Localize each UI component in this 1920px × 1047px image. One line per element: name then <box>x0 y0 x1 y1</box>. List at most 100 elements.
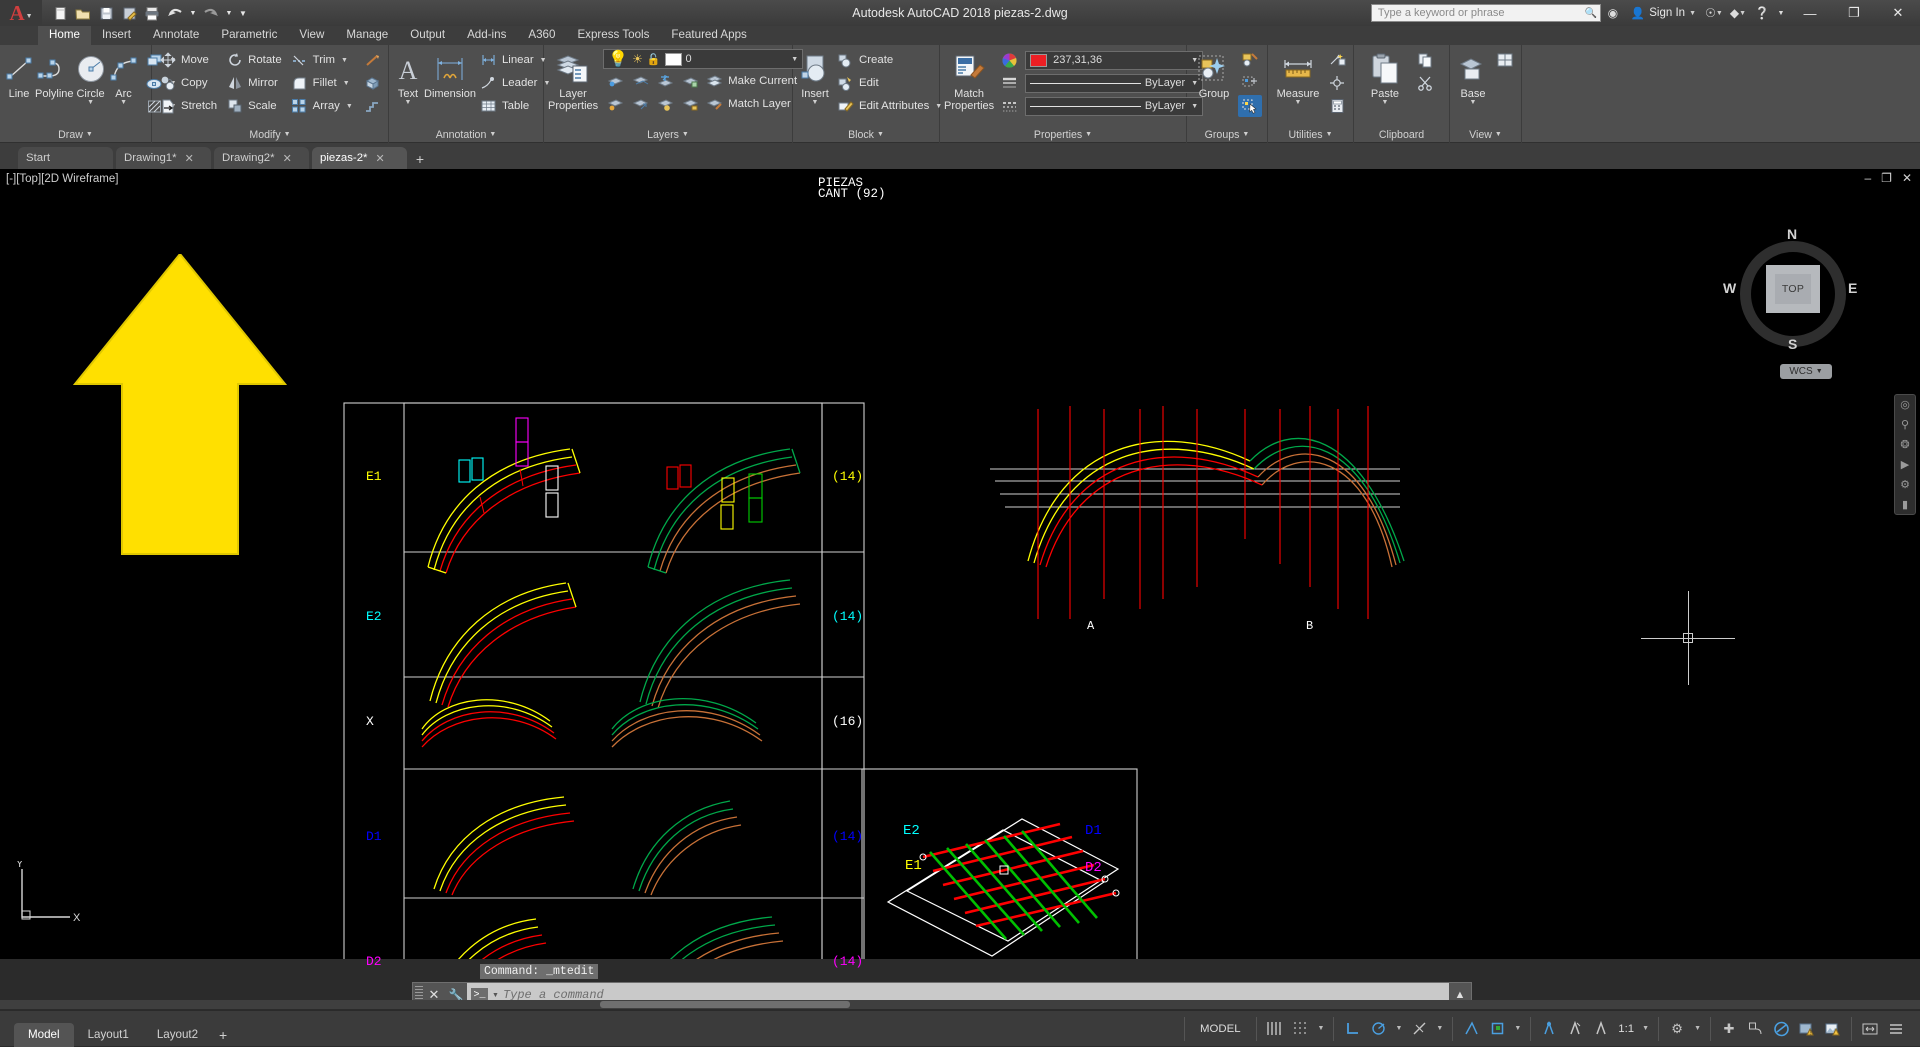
polar-tracking-icon[interactable] <box>1366 1017 1390 1041</box>
point-locator-icon[interactable] <box>1325 72 1349 94</box>
color-wheel-icon[interactable] <box>997 49 1021 71</box>
ribbon-tab-express-tools[interactable]: Express Tools <box>566 26 660 45</box>
close-icon[interactable]: ✕ <box>283 152 292 165</box>
extrude-button[interactable] <box>361 95 385 117</box>
layer-off-icon[interactable] <box>603 93 627 115</box>
chevron-down-icon[interactable]: ▼ <box>1689 10 1696 17</box>
object-snap-icon[interactable] <box>1459 1017 1483 1041</box>
fullscreen-icon[interactable] <box>1858 1017 1882 1041</box>
panel-annotation-title[interactable]: Annotation ▼ <box>389 126 543 143</box>
fillet-button[interactable]: Fillet ▼ <box>288 72 358 94</box>
panel-view-title[interactable]: View ▼ <box>1450 126 1521 143</box>
workspace-dropdown-icon[interactable]: ▼ <box>1691 1025 1704 1032</box>
redo-icon[interactable] <box>201 3 221 23</box>
stretch-button[interactable]: Stretch <box>156 95 222 117</box>
ribbon-tab-a360[interactable]: A360 <box>517 26 566 45</box>
ribbon-tab-featured-apps[interactable]: Featured Apps <box>660 26 757 45</box>
ribbon-tab-parametric[interactable]: Parametric <box>210 26 288 45</box>
ortho-mode-icon[interactable] <box>1340 1017 1364 1041</box>
sign-in-button[interactable]: 👤 Sign In ▼ <box>1625 6 1702 20</box>
panel-utilities-title[interactable]: Utilities ▼ <box>1268 126 1353 143</box>
share-icon[interactable]: ☉ ▼ <box>1702 3 1726 23</box>
layer-unlock-icon[interactable]: 🔓 <box>647 53 661 66</box>
chevron-down-icon[interactable]: ▼ <box>1495 131 1502 138</box>
workspace-switch-icon[interactable]: ⚙ <box>1665 1017 1689 1041</box>
layer-unlock-all-icon[interactable] <box>678 93 702 115</box>
panel-draw-title[interactable]: Draw ▼ <box>0 126 151 143</box>
close-icon[interactable]: ✕ <box>376 152 385 165</box>
edit-attributes-button[interactable]: Edit Attributes ▼ <box>834 95 947 117</box>
search-icon[interactable]: 🔍 <box>1584 8 1596 19</box>
edit-block-button[interactable]: Edit <box>834 72 947 94</box>
quick-select-icon[interactable] <box>1325 49 1349 71</box>
object-color-combo[interactable]: 237,31,36 ▼ <box>1025 50 1204 70</box>
chevron-down-icon[interactable]: ▼ <box>87 99 94 106</box>
polyline-button[interactable]: Polyline <box>35 49 74 100</box>
hardware-acceleration-icon[interactable]: ✚ <box>1717 1017 1741 1041</box>
paste-button[interactable]: Paste ▼ <box>1358 49 1412 106</box>
group-edit-icon[interactable] <box>1238 72 1262 94</box>
ungroup-icon[interactable] <box>1238 49 1262 71</box>
snap-dropdown-icon[interactable]: ▼ <box>1315 1025 1328 1032</box>
group-button[interactable]: Group <box>1191 49 1237 100</box>
drawing-tab-drawing2[interactable]: Drawing2* ✕ <box>214 147 309 169</box>
arc-button[interactable]: Arc ▼ <box>108 49 140 106</box>
layout-tab-layout2[interactable]: Layout2 <box>143 1023 212 1047</box>
chevron-down-icon[interactable]: ▼ <box>1295 99 1302 106</box>
object-snap-tracking-icon[interactable] <box>1407 1017 1431 1041</box>
save-as-icon[interactable] <box>119 3 139 23</box>
chevron-down-icon[interactable]: ▼ <box>284 131 291 138</box>
layer-thaw-sun-icon[interactable]: ☀ <box>632 52 643 66</box>
customization-icon[interactable] <box>1884 1017 1908 1041</box>
chevron-down-icon[interactable]: ▼ <box>341 57 348 64</box>
scrollbar-thumb[interactable] <box>600 1001 850 1008</box>
close-icon[interactable]: ✕ <box>185 152 194 165</box>
graphics-performance-icon[interactable] <box>1769 1017 1793 1041</box>
isolate-objects-icon[interactable] <box>1743 1017 1767 1041</box>
autoscale-icon[interactable] <box>1563 1017 1587 1041</box>
circle-button[interactable]: Circle ▼ <box>75 49 107 106</box>
trim-button[interactable]: Trim ▼ <box>288 49 358 71</box>
chevron-down-icon[interactable]: ▼ <box>343 80 350 87</box>
layout-tab-layout1[interactable]: Layout1 <box>74 1023 143 1047</box>
chevron-down-icon[interactable]: ▼ <box>1326 131 1333 138</box>
osnap-dropdown-icon[interactable]: ▼ <box>1511 1025 1524 1032</box>
chevron-down-icon[interactable]: ▼ <box>1242 131 1249 138</box>
explode-button[interactable] <box>361 49 385 71</box>
panel-clipboard-title[interactable]: Clipboard <box>1354 126 1449 143</box>
lineweight-combo[interactable]: ByLayer ▼ <box>1025 96 1204 116</box>
help-dropdown-icon[interactable]: ▼ <box>1774 3 1788 23</box>
clean-screen-warning-icon[interactable]: ! <box>1795 1017 1819 1041</box>
model-paper-toggle[interactable]: MODEL <box>1191 1023 1250 1035</box>
dimension-button[interactable]: Dimension <box>424 49 476 100</box>
new-layout-button[interactable]: + <box>212 1023 234 1047</box>
layer-isolate-icon[interactable] <box>603 70 627 92</box>
match-properties-button[interactable]: Match Properties <box>944 49 994 112</box>
panel-block-title[interactable]: Block ▼ <box>793 126 939 143</box>
save-file-icon[interactable] <box>96 3 116 23</box>
restore-button[interactable]: ❐ <box>1832 0 1876 26</box>
measure-button[interactable]: Measure ▼ <box>1272 49 1324 106</box>
rotate-button[interactable]: Rotate <box>223 49 287 71</box>
chevron-down-icon[interactable]: ▼ <box>120 99 127 106</box>
match-layer-button[interactable]: Match Layer <box>703 93 796 115</box>
create-block-button[interactable]: Create <box>834 49 947 71</box>
layer-turn-all-on-icon[interactable] <box>628 93 652 115</box>
new-file-icon[interactable] <box>50 3 70 23</box>
annotation-scale-value[interactable]: 1:1 <box>1615 1023 1637 1035</box>
chevron-down-icon[interactable]: ▼ <box>682 131 689 138</box>
panel-layers-title[interactable]: Layers ▼ <box>544 126 792 143</box>
calculator-icon[interactable] <box>1325 95 1349 117</box>
3d-solid-button[interactable] <box>361 72 385 94</box>
layer-lock-icon[interactable] <box>678 70 702 92</box>
array-button[interactable]: Array ▼ <box>288 95 358 117</box>
osnap-track-dropdown-icon[interactable]: ▼ <box>1433 1025 1446 1032</box>
chevron-down-icon[interactable]: ▼ <box>86 131 93 138</box>
chevron-down-icon[interactable]: ▼ <box>26 13 33 20</box>
line-button[interactable]: Line <box>4 49 34 100</box>
ribbon-tab-add-ins[interactable]: Add-ins <box>456 26 517 45</box>
drawing-recovery-icon[interactable] <box>1821 1017 1845 1041</box>
chevron-down-icon[interactable]: ▼ <box>877 131 884 138</box>
panel-groups-title[interactable]: Groups ▼ <box>1187 126 1267 143</box>
undo-icon[interactable] <box>165 3 185 23</box>
